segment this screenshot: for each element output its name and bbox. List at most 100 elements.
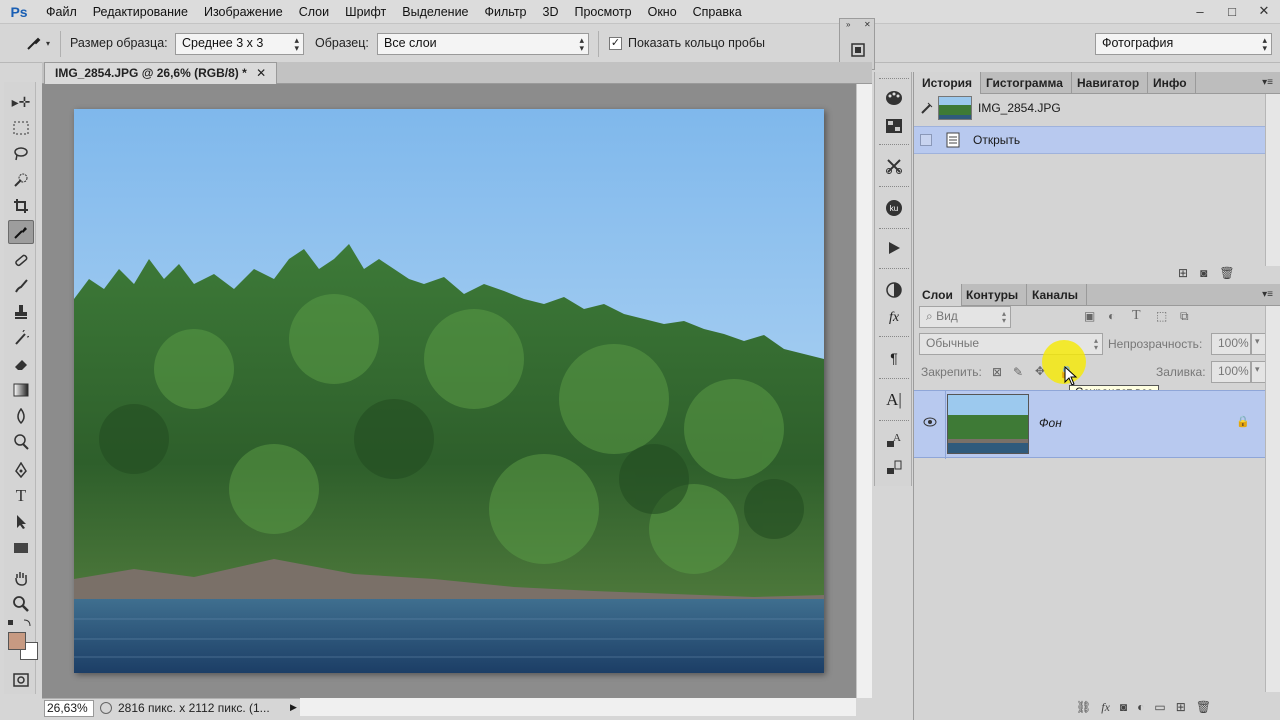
close-panel-icon[interactable]: ✕ <box>864 20 871 29</box>
close-tab-icon[interactable]: ✕ <box>256 66 266 80</box>
swatches-icon[interactable] <box>881 114 907 138</box>
photo-image[interactable] <box>74 109 824 673</box>
move-tool-icon[interactable]: ▸✛ <box>8 90 34 114</box>
tab-history[interactable]: История <box>914 72 982 94</box>
menu-help[interactable]: Справка <box>685 0 750 24</box>
quick-mask-icon[interactable] <box>8 668 34 692</box>
tab-navigator[interactable]: Навигатор <box>1069 72 1149 94</box>
quick-selection-tool-icon[interactable] <box>8 168 34 192</box>
tab-info[interactable]: Инфо <box>1145 72 1196 94</box>
new-adjustment-layer-icon[interactable]: ◐ <box>1137 700 1144 715</box>
menu-filter[interactable]: Фильтр <box>477 0 535 24</box>
kuler-icon[interactable]: ku <box>881 196 907 220</box>
pen-tool-icon[interactable] <box>8 458 34 482</box>
layer-name[interactable]: Фон <box>1039 416 1062 430</box>
rectangle-tool-icon[interactable] <box>8 536 34 560</box>
horizontal-scrollbar[interactable] <box>300 698 856 716</box>
filter-adjustment-icon[interactable]: ◐ <box>1108 309 1115 323</box>
eraser-tool-icon[interactable] <box>8 352 34 376</box>
layers-scrollbar[interactable] <box>1265 306 1280 692</box>
gradient-tool-icon[interactable] <box>8 378 34 402</box>
crop-tool-icon[interactable] <box>8 194 34 218</box>
canvas-area[interactable] <box>42 84 856 698</box>
layer-filter-select[interactable]: ⌕ Вид ▴ ▾ <box>919 306 1011 328</box>
history-source-checkbox[interactable] <box>920 134 932 146</box>
dodge-tool-icon[interactable] <box>8 430 34 454</box>
history-scrollbar[interactable] <box>1265 94 1280 266</box>
close-button[interactable]: ✕ <box>1248 0 1280 22</box>
sample-select[interactable]: Все слои ▴ ▾ <box>377 33 589 55</box>
tool-preset-chevron-icon[interactable]: ▾ <box>46 39 50 48</box>
show-ring-checkbox[interactable]: ✓ <box>609 37 622 50</box>
styles-fx-icon[interactable]: fx <box>881 306 907 330</box>
menu-type[interactable]: Шрифт <box>337 0 394 24</box>
eyedropper-tool-icon[interactable] <box>26 35 42 51</box>
collapse-icon[interactable]: » <box>846 20 850 29</box>
menu-3d[interactable]: 3D <box>535 0 567 24</box>
character-icon[interactable]: A| <box>881 388 907 412</box>
history-snapshot-row[interactable]: IMG_2854.JPG <box>914 94 1265 122</box>
menu-edit[interactable]: Редактирование <box>85 0 196 24</box>
vertical-scrollbar[interactable] <box>856 84 872 698</box>
workspace-select[interactable]: Фотография ▴ ▾ <box>1095 33 1272 55</box>
tab-layers[interactable]: Слои <box>914 284 962 306</box>
lasso-tool-icon[interactable] <box>8 142 34 166</box>
new-document-from-state-icon[interactable]: ⊞ <box>1178 266 1188 280</box>
lock-transparency-icon[interactable]: ⊠ <box>992 365 1002 379</box>
layer-row[interactable]: Фон 🔒 <box>914 390 1265 459</box>
panel-menu-icon[interactable]: ▾≡ <box>1262 289 1273 300</box>
tool-adjust-icon[interactable] <box>881 154 907 178</box>
path-selection-tool-icon[interactable] <box>8 510 34 534</box>
clone-stamp-tool-icon[interactable] <box>8 300 34 324</box>
type-tool-icon[interactable]: T <box>8 484 34 508</box>
history-brush-tool-icon[interactable] <box>8 326 34 350</box>
history-step-row[interactable]: Открыть <box>914 126 1265 154</box>
blur-tool-icon[interactable] <box>8 404 34 428</box>
swap-colors-icon[interactable] <box>6 618 34 630</box>
new-group-icon[interactable]: ▭ <box>1154 700 1165 715</box>
lock-image-icon[interactable]: ✎ <box>1013 365 1023 379</box>
tab-paths[interactable]: Контуры <box>958 284 1028 306</box>
healing-brush-tool-icon[interactable] <box>8 248 34 272</box>
hand-tool-icon[interactable] <box>8 566 34 590</box>
color-palette-icon[interactable] <box>881 86 907 110</box>
foreground-color-swatch[interactable] <box>8 632 26 650</box>
filter-pixel-icon[interactable]: ▣ <box>1084 309 1095 323</box>
new-layer-icon[interactable]: ⊞ <box>1176 700 1186 715</box>
fill-field[interactable]: 100% <box>1211 361 1251 383</box>
menu-window[interactable]: Окно <box>640 0 685 24</box>
zoom-tool-icon[interactable] <box>8 592 34 616</box>
menu-image[interactable]: Изображение <box>196 0 291 24</box>
maximize-button[interactable]: □ <box>1216 0 1248 22</box>
brush-tool-icon[interactable] <box>8 274 34 298</box>
layer-style-fx-icon[interactable]: fx <box>1101 700 1110 715</box>
menu-file[interactable]: Файл <box>38 0 85 24</box>
minimize-button[interactable]: – <box>1184 0 1216 22</box>
tool-presets-icon[interactable] <box>849 41 867 59</box>
status-menu-arrow-icon[interactable]: ▶ <box>290 702 297 713</box>
opacity-field[interactable]: 100% <box>1211 333 1251 355</box>
document-tab[interactable]: IMG_2854.JPG @ 26,6% (RGB/8) * ✕ <box>44 62 278 84</box>
tab-histogram[interactable]: Гистограмма <box>978 72 1072 94</box>
menu-view[interactable]: Просмотр <box>567 0 640 24</box>
trash-icon[interactable]: 🗑 <box>1219 266 1234 280</box>
actions-play-icon[interactable] <box>881 236 907 260</box>
sample-size-select[interactable]: Среднее 3 х 3 ▴ ▾ <box>175 33 304 55</box>
menu-layers[interactable]: Слои <box>291 0 337 24</box>
add-mask-icon[interactable]: ◙ <box>1120 700 1127 715</box>
paragraph-styles-icon[interactable] <box>881 456 907 480</box>
delete-layer-icon[interactable]: 🗑 <box>1196 700 1211 715</box>
paragraph-icon[interactable]: ¶ <box>881 346 907 370</box>
link-layers-icon[interactable]: ⛓ <box>1076 700 1091 715</box>
eye-visibility-icon[interactable] <box>923 416 937 430</box>
marquee-tool-icon[interactable] <box>8 116 34 140</box>
panel-menu-icon[interactable]: ▾≡ <box>1262 77 1273 88</box>
character-styles-icon[interactable]: A <box>881 428 907 452</box>
eyedropper-tool-icon[interactable] <box>8 220 34 244</box>
status-options-icon[interactable] <box>100 702 112 714</box>
filter-smart-object-icon[interactable]: ⧉ <box>1180 309 1189 324</box>
menu-select[interactable]: Выделение <box>394 0 476 24</box>
zoom-field[interactable]: 26,63% <box>44 700 94 717</box>
filter-type-icon[interactable]: T <box>1132 308 1141 324</box>
tab-channels[interactable]: Каналы <box>1024 284 1087 306</box>
